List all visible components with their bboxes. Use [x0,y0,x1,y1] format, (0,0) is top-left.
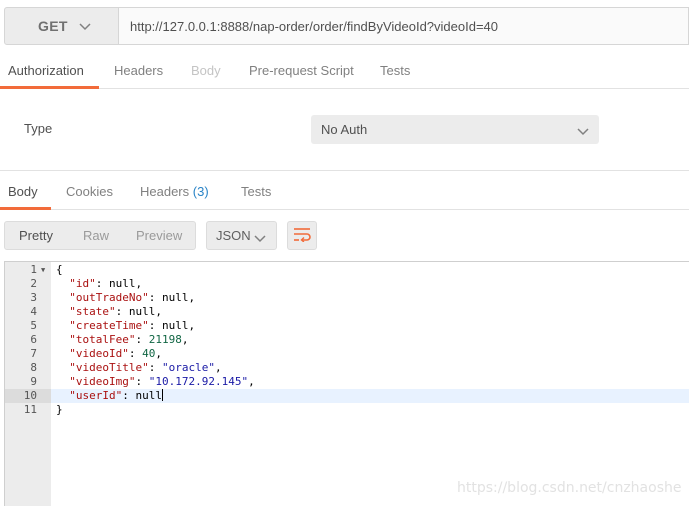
line-number: 6 [30,333,37,346]
code-text: "videoTitle": "oracle", [69,361,222,374]
json-value: null [161,319,189,332]
json-key: "userId" [69,389,123,402]
auth-type-value: No Auth [321,122,368,137]
json-value: "10.172.92.145" [148,375,249,388]
tab-authorization[interactable]: Authorization [0,56,99,89]
pretty-button[interactable]: Pretty [19,222,53,249]
code-text: "videoId": 40, [69,347,162,360]
tab-response-tests[interactable]: Tests [241,171,271,210]
response-toolbar: Pretty Raw Preview JSON [0,211,689,261]
code-text: "totalFee": 21198, [69,333,189,346]
tab-cookies[interactable]: Cookies [66,171,113,210]
tab-tests[interactable]: Tests [380,56,410,89]
code-text: "outTradeNo": null, [69,291,196,304]
fold-arrow-icon[interactable]: ▼ [41,263,45,277]
json-key: "id" [69,277,96,290]
tab-response-headers[interactable]: Headers (3) [140,171,209,210]
json-value: null [128,305,156,318]
code-line: 3 "outTradeNo": null, [5,291,689,305]
method-label: GET [38,18,68,34]
chevron-down-icon [79,19,91,34]
request-tabs: Authorization Headers Body Pre-request S… [0,56,689,89]
json-key: "videoImg" [69,375,136,388]
text-cursor [161,389,163,401]
code-text: "id": null, [69,277,143,290]
preview-button[interactable]: Preview [136,222,182,249]
code-line: 11} [5,403,689,417]
code-text: } [56,403,63,416]
tab-response-body[interactable]: Body [0,171,51,210]
line-number: 11 [23,403,37,416]
format-select[interactable]: JSON [206,221,277,250]
auth-type-label: Type [24,121,53,136]
code-text: "createTime": null, [69,319,196,332]
line-number: 8 [30,361,37,374]
line-number: 3 [30,291,37,304]
code-line: 8 "videoTitle": "oracle", [5,361,689,375]
auth-panel: Type No Auth [0,89,689,170]
json-value: null [135,389,162,402]
raw-button[interactable]: Raw [83,222,109,249]
json-key: "state" [69,305,116,318]
code-text: { [56,263,63,276]
wrap-lines-button[interactable] [287,221,317,250]
method-select[interactable]: GET [4,7,119,45]
json-key: "totalFee" [69,333,136,346]
line-number: 4 [30,305,37,318]
json-value: "oracle" [161,361,215,374]
tab-headers[interactable]: Headers [114,56,163,89]
line-number: 7 [30,347,37,360]
code-line: 6 "totalFee": 21198, [5,333,689,347]
response-headers-label: Headers [140,184,190,199]
line-number: 5 [30,319,37,332]
json-key: "outTradeNo" [69,291,149,304]
format-value: JSON [216,228,251,243]
tab-prerequest-script[interactable]: Pre-request Script [249,56,354,89]
watermark: https://blog.csdn.net/cnzhaoshe [457,480,682,496]
code-line: 10 "userId": null [5,389,689,403]
code-text: "videoImg": "10.172.92.145", [69,375,255,388]
wrap-lines-icon [292,226,312,245]
auth-type-select[interactable]: No Auth [311,115,599,144]
code-line: 7 "videoId": 40, [5,347,689,361]
code-line: 1 ▼{ [5,263,689,277]
code-text: "userId": null [69,389,163,402]
request-bar: GET http://127.0.0.1:8888/nap-order/orde… [0,0,689,56]
json-key: "videoId" [69,347,129,360]
line-number: 9 [30,375,37,388]
code-line: 2 "id": null, [5,277,689,291]
json-value: 21198 [148,333,182,346]
json-value: 40 [142,347,156,360]
view-mode-group: Pretty Raw Preview [4,221,196,250]
code-line: 9 "videoImg": "10.172.92.145", [5,375,689,389]
code-line: 5 "createTime": null, [5,319,689,333]
url-input[interactable]: http://127.0.0.1:8888/nap-order/order/fi… [119,7,689,45]
json-value: null [109,277,136,290]
json-value: null [161,291,189,304]
chevron-down-icon [254,231,266,246]
response-tabs: Body Cookies Headers (3) Tests [0,170,689,210]
tab-body[interactable]: Body [191,56,221,89]
json-key: "videoTitle" [69,361,149,374]
json-key: "createTime" [69,319,149,332]
chevron-down-icon [577,124,589,139]
line-number: 10 [5,389,51,403]
response-body-editor[interactable]: 1 ▼{2 "id": null, 3 "outTradeNo": null, 4 "… [4,261,689,506]
code-text: "state": null, [69,305,162,318]
response-headers-count: (3) [192,184,209,199]
line-number: 2 [30,277,37,290]
code-line: 4 "state": null, [5,305,689,319]
